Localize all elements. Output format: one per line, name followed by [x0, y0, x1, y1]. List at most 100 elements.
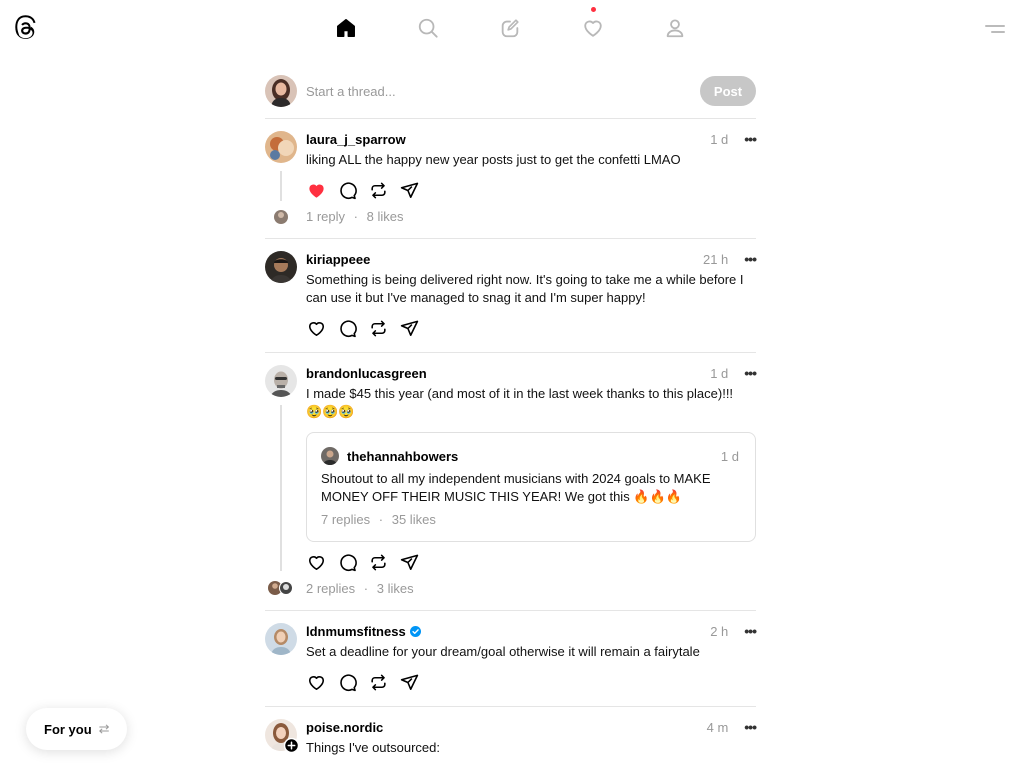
menu-icon	[985, 25, 1005, 33]
timestamp: 4 m	[706, 719, 729, 735]
like-button[interactable]	[306, 180, 326, 200]
heart-icon	[584, 20, 602, 37]
like-count[interactable]: 8 likes	[367, 209, 404, 224]
heart-icon	[308, 675, 324, 690]
thread-line	[280, 171, 282, 201]
thread-actions	[306, 672, 756, 692]
repost-button[interactable]	[368, 552, 388, 572]
comment-icon	[339, 553, 357, 571]
avatar[interactable]	[321, 447, 339, 465]
username[interactable]: kiriappeee	[306, 252, 370, 267]
username[interactable]: poise.nordic	[306, 720, 383, 735]
like-count[interactable]: 35 likes	[392, 512, 436, 527]
heart-icon	[308, 321, 324, 336]
notification-dot	[591, 7, 596, 12]
thread-actions	[306, 180, 756, 200]
reply-count[interactable]: 1 reply	[306, 209, 345, 224]
heart-filled-icon	[308, 184, 324, 198]
like-count[interactable]: 3 likes	[377, 581, 414, 596]
quote-username[interactable]: thehannahbowers	[347, 449, 458, 464]
avatar[interactable]	[265, 623, 297, 655]
timestamp: 1 d	[710, 131, 729, 147]
username[interactable]: brandonlucasgreen	[306, 366, 427, 381]
comment-icon	[339, 673, 357, 691]
search-icon	[418, 18, 438, 38]
thread-item: laura_j_sparrow 1 d ••• liking ALL the h…	[265, 119, 757, 239]
home-icon	[337, 19, 355, 37]
emoji-line: 🥹🥹🥹	[306, 405, 355, 420]
avatar[interactable]	[265, 365, 297, 397]
menu-button[interactable]	[982, 16, 1008, 42]
reply-avatars	[273, 209, 289, 230]
avatar[interactable]	[265, 251, 297, 283]
thread-text: Set a deadline for your dream/goal other…	[306, 644, 700, 659]
composer-input[interactable]: Start a thread...	[306, 84, 700, 99]
composer: Start a thread... Post	[265, 64, 756, 119]
send-icon	[400, 182, 418, 198]
send-icon	[400, 320, 418, 336]
share-button[interactable]	[399, 318, 419, 338]
repost-button[interactable]	[368, 672, 388, 692]
nav-home[interactable]	[328, 10, 364, 46]
post-button[interactable]: Post	[700, 76, 756, 106]
compose-icon	[501, 19, 519, 38]
share-button[interactable]	[399, 672, 419, 692]
timestamp: 1 d	[710, 365, 729, 381]
more-options-icon[interactable]: •••	[744, 366, 757, 380]
repost-button[interactable]	[368, 180, 388, 200]
more-options-icon[interactable]: •••	[744, 720, 757, 734]
avatar[interactable]	[265, 719, 299, 753]
thread-item: brandonlucasgreen 1 d ••• I made $45 thi…	[265, 353, 757, 611]
nav-search[interactable]	[410, 10, 446, 46]
profile-icon	[666, 19, 684, 38]
feed-switch-button[interactable]: For you ⇄	[26, 708, 127, 750]
reply-button[interactable]	[337, 552, 357, 572]
thread-actions	[306, 552, 756, 572]
fire-emoji: 🔥🔥🔥	[633, 490, 682, 505]
thread-text: I made $45 this year (and most of it in …	[306, 386, 734, 420]
follow-plus-icon[interactable]	[284, 738, 299, 753]
thread-stats: 2 replies · 3 likes	[306, 581, 414, 596]
more-options-icon[interactable]: •••	[744, 132, 757, 146]
share-button[interactable]	[399, 180, 419, 200]
nav-compose[interactable]	[492, 10, 528, 46]
more-options-icon[interactable]: •••	[744, 624, 757, 638]
quote-timestamp: 1 d	[720, 448, 739, 464]
verified-badge-icon	[409, 625, 421, 637]
username[interactable]: ldnmumsfitness	[306, 624, 406, 639]
feed-switch-label: For you	[44, 721, 92, 737]
timestamp: 21 h	[702, 251, 729, 267]
send-icon	[400, 554, 418, 570]
like-button[interactable]	[306, 318, 326, 338]
more-options-icon[interactable]: •••	[744, 252, 757, 266]
thread-text: Things I've outsourced:	[306, 740, 440, 755]
reply-count[interactable]: 7 replies	[321, 512, 370, 527]
reply-button[interactable]	[337, 672, 357, 692]
thread-line	[280, 405, 282, 571]
repost-icon	[370, 554, 386, 570]
repost-icon	[370, 320, 386, 336]
top-navigation	[0, 0, 1024, 56]
reply-button[interactable]	[337, 318, 357, 338]
repost-icon	[370, 182, 386, 198]
quoted-post[interactable]: thehannahbowers 1 d Shoutout to all my i…	[306, 432, 756, 542]
share-button[interactable]	[399, 552, 419, 572]
avatar[interactable]	[265, 75, 297, 107]
thread-actions	[306, 318, 756, 338]
timestamp: 2 h	[710, 623, 729, 639]
username[interactable]: laura_j_sparrow	[306, 132, 406, 147]
avatar[interactable]	[265, 131, 297, 163]
nav-activity[interactable]	[575, 7, 611, 46]
like-button[interactable]	[306, 552, 326, 572]
thread-text: liking ALL the happy new year posts just…	[306, 152, 681, 167]
thread-stats: 1 reply · 8 likes	[306, 209, 404, 224]
nav-profile[interactable]	[657, 10, 693, 46]
repost-button[interactable]	[368, 318, 388, 338]
comment-icon	[339, 181, 357, 199]
like-button[interactable]	[306, 672, 326, 692]
send-icon	[400, 674, 418, 690]
thread-item: poise.nordic 4 m ••• Things I've outsour…	[265, 707, 757, 767]
reply-count[interactable]: 2 replies	[306, 581, 355, 596]
heart-icon	[308, 555, 324, 570]
reply-button[interactable]	[337, 180, 357, 200]
